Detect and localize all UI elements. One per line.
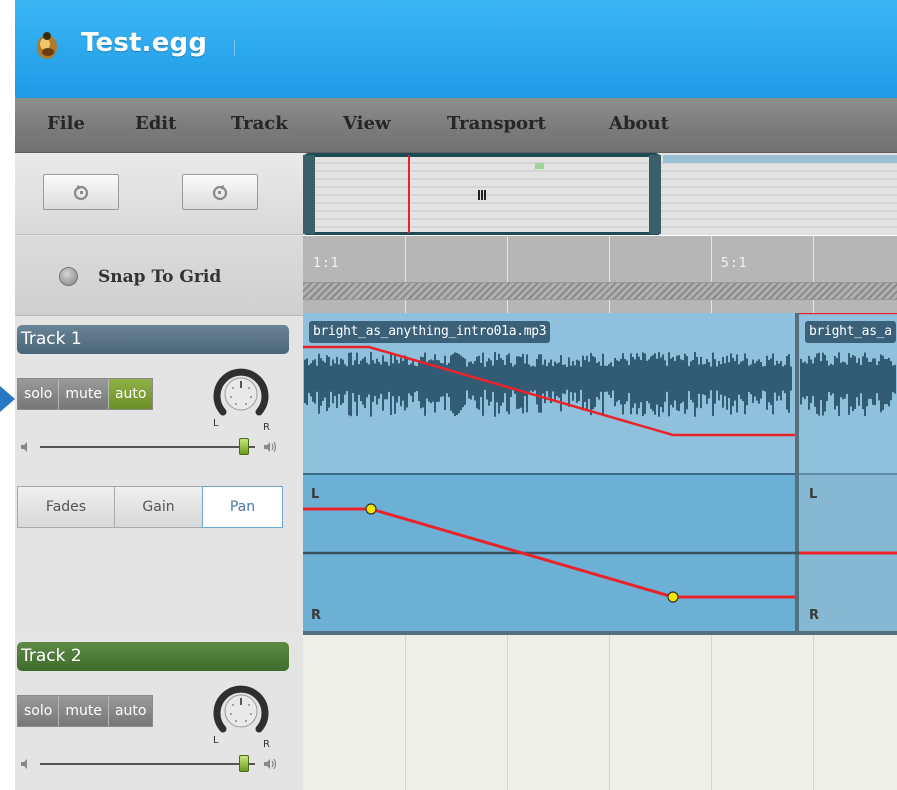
snap-to-grid-toggle[interactable] — [59, 267, 78, 286]
volume-high-icon — [264, 758, 277, 770]
track-2-controls: Track 2 solo mute auto L R — [15, 634, 303, 790]
title-separator — [234, 40, 235, 56]
track-1-pan-right-label: R — [263, 422, 270, 432]
grid-line — [507, 635, 508, 790]
track-1-mute-button[interactable]: mute — [59, 379, 109, 409]
track-1-volume-slider[interactable] — [15, 437, 303, 457]
track-2-solo-button[interactable]: solo — [18, 696, 60, 726]
volume-low-icon — [21, 759, 27, 769]
redo-icon — [212, 185, 228, 201]
track-1-volume-track — [40, 446, 255, 448]
track-1-solo-button[interactable]: solo — [18, 379, 60, 409]
menu-edit[interactable]: Edit — [135, 98, 176, 152]
grid-line — [405, 635, 406, 790]
menu-file[interactable]: File — [47, 98, 85, 152]
track-2-button-group: solo mute auto — [17, 695, 154, 727]
pan-left-marker: L — [311, 487, 320, 502]
track-1-name[interactable]: Track 1 — [17, 325, 289, 354]
ruler-beat-line — [813, 236, 814, 313]
track-1-pan-left-label: L — [213, 418, 219, 429]
track-2-volume-slider[interactable] — [15, 754, 303, 774]
tab-gain[interactable]: Gain — [114, 486, 203, 528]
grid-line — [711, 635, 712, 790]
menu-view[interactable]: View — [343, 98, 390, 152]
track-1-automation-tabs: Fades Gain Pan — [17, 486, 283, 528]
track-1-auto-button[interactable]: auto — [108, 379, 153, 409]
ruler-label-bar-5: 5:1 — [721, 256, 748, 271]
track-1-button-group: solo mute auto — [17, 378, 154, 410]
egg-logo-icon — [37, 32, 57, 59]
menu-transport[interactable]: Transport — [447, 98, 546, 152]
track-2-mute-button[interactable]: mute — [59, 696, 109, 726]
track-2-pan-left-label: L — [213, 735, 219, 746]
timeline-ruler[interactable]: 1:1 5:1 — [303, 236, 897, 313]
ruler-beat-line — [507, 236, 508, 313]
track-1-lane[interactable]: bright_as_anything_intro01a.mp3 bright_a… — [303, 313, 897, 635]
pan-automation-lane — [303, 475, 795, 635]
track-2-volume-track — [40, 763, 255, 765]
title-bar: Test.egg — [15, 0, 897, 98]
clip-2-pan-left-marker: L — [809, 487, 818, 502]
pan-right-marker: R — [311, 608, 322, 623]
pan-automation-point — [667, 591, 679, 603]
redo-button[interactable] — [182, 174, 258, 210]
track-1-volume-thumb[interactable] — [239, 438, 250, 455]
grid-line — [609, 635, 610, 790]
history-toolbar — [15, 153, 303, 235]
track-1-pan-knob[interactable]: L R — [211, 364, 271, 432]
track-2-pan-knob[interactable]: L R — [211, 681, 271, 749]
track-2-lane[interactable] — [303, 635, 897, 790]
timeline-overview[interactable] — [303, 153, 897, 235]
track-2-name[interactable]: Track 2 — [17, 642, 289, 671]
undo-button[interactable] — [43, 174, 119, 210]
overview-graphic — [303, 153, 897, 235]
ruler-loop-strip[interactable] — [303, 282, 897, 300]
volume-high-icon — [264, 441, 277, 453]
track-1-clips-graphic — [303, 313, 897, 635]
track-2-auto-button[interactable]: auto — [108, 696, 153, 726]
snap-to-grid-row: Snap To Grid — [15, 236, 303, 316]
ruler-label-bar-1: 1:1 — [313, 256, 340, 271]
clip-2-pan-right-marker: R — [809, 608, 820, 623]
tab-pan[interactable]: Pan — [202, 486, 283, 528]
track-1-controls: Track 1 solo mute auto L R Fades Gain Pa… — [15, 317, 303, 633]
track-2-pan-right-label: R — [263, 739, 270, 749]
undo-icon — [73, 185, 89, 201]
menu-track[interactable]: Track — [231, 98, 288, 152]
volume-low-icon — [21, 442, 27, 452]
clip-1-name[interactable]: bright_as_anything_intro01a.mp3 — [309, 321, 551, 343]
pan-automation-point — [365, 503, 377, 515]
app-title: Test.egg — [81, 28, 208, 58]
ruler-beat-line — [405, 236, 406, 313]
menu-bar: File Edit Track View Transport About — [15, 98, 897, 153]
track-controls-panel: Snap To Grid Track 1 solo mute auto L R — [15, 153, 303, 790]
clip-2-name[interactable]: bright_as_a — [805, 321, 896, 343]
drag-handle-icon — [478, 190, 486, 200]
grid-line — [813, 635, 814, 790]
tab-fades[interactable]: Fades — [17, 486, 115, 528]
arrow-right-icon — [0, 386, 15, 412]
track-2-volume-thumb[interactable] — [239, 755, 250, 772]
snap-to-grid-label: Snap To Grid — [98, 267, 222, 287]
ruler-beat-line — [711, 236, 712, 313]
ruler-beat-line — [609, 236, 610, 313]
menu-about[interactable]: About — [609, 98, 669, 152]
